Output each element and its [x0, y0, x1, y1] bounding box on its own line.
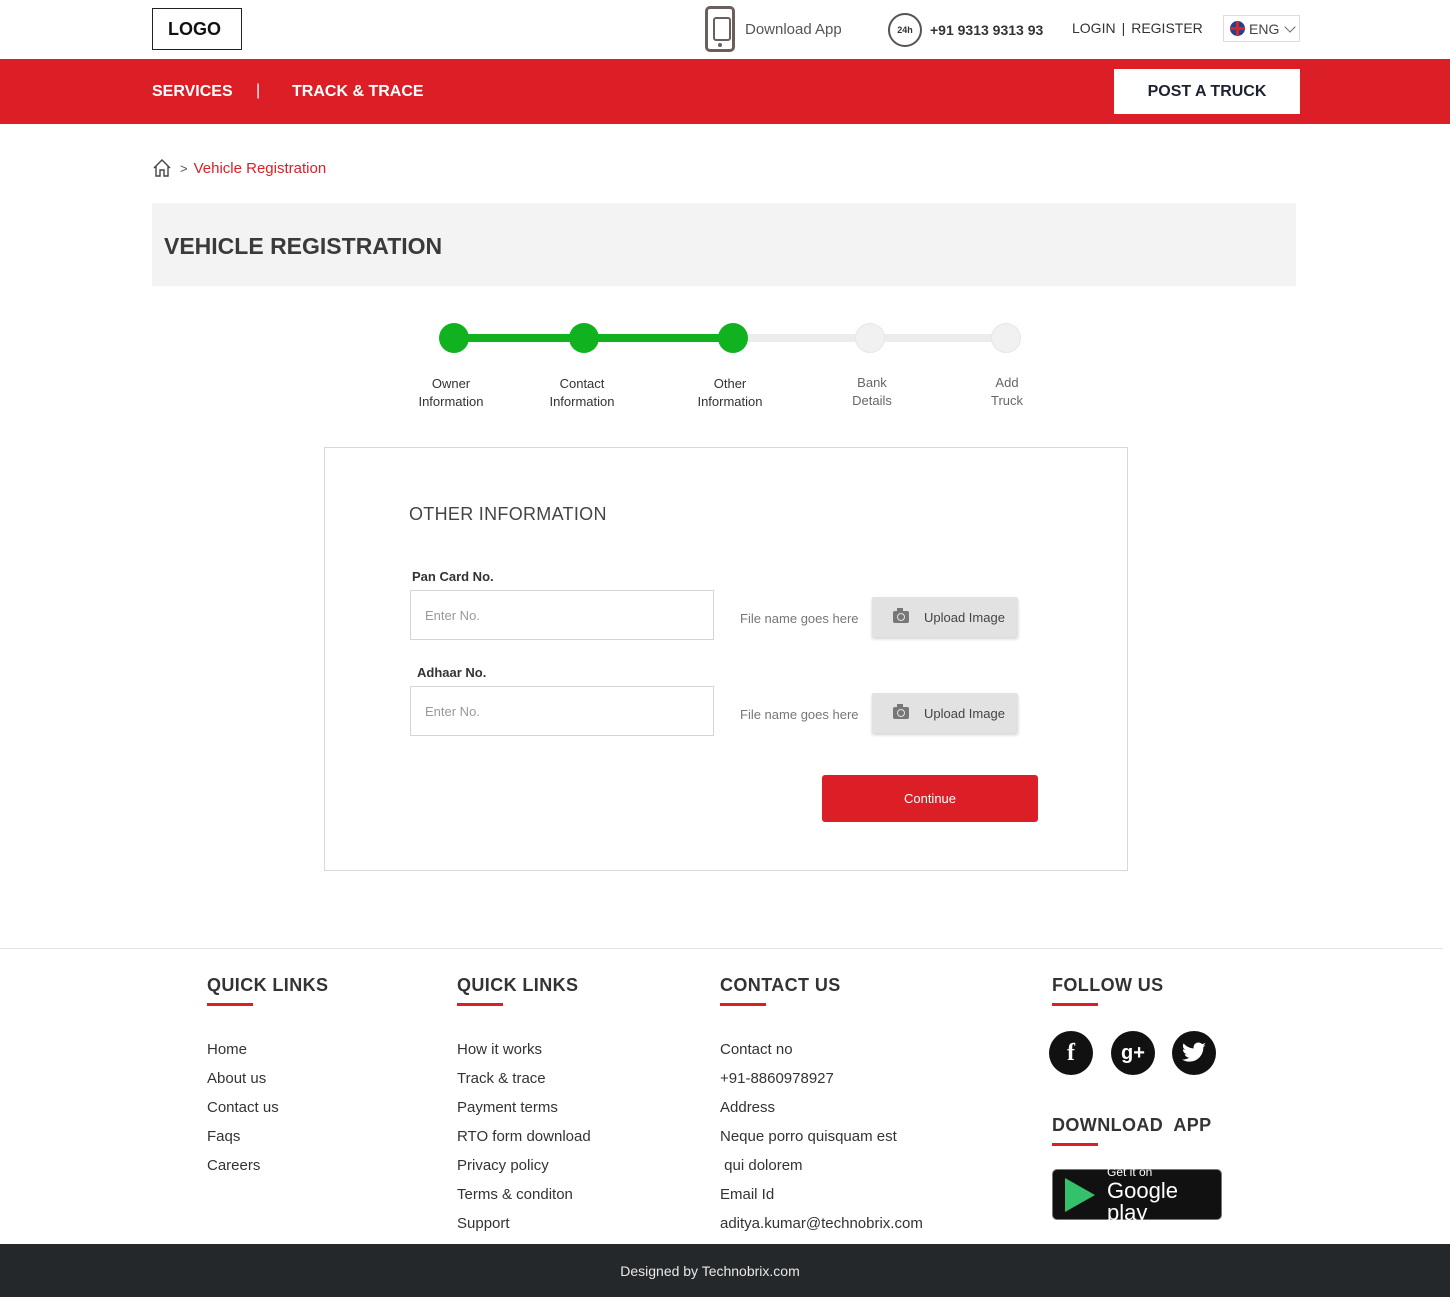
other-information-card: OTHER INFORMATION Pan Card No. File name…	[324, 447, 1128, 871]
footer-follow-us: FOLLOW US	[1052, 975, 1164, 1006]
facebook-icon[interactable]: f	[1049, 1031, 1093, 1075]
uk-flag-icon	[1230, 21, 1245, 36]
step-label-owner: Owner Information	[418, 376, 484, 409]
designer-credit[interactable]: Designed by Technobrix.com	[620, 1263, 800, 1279]
address-label: Address	[720, 1099, 776, 1116]
footer-link-careers[interactable]: Careers	[207, 1157, 328, 1186]
continue-button[interactable]: Continue	[822, 775, 1038, 822]
chevron-down-icon	[1284, 20, 1297, 33]
footer-heading: CONTACT US	[720, 975, 841, 995]
footer-quick-links-2: QUICK LINKS How it works Track & trace P…	[457, 975, 591, 1244]
footer-link-terms[interactable]: Terms & conditon	[457, 1186, 591, 1215]
auth-separator: |	[1121, 20, 1126, 36]
language-select[interactable]: ENG	[1223, 15, 1300, 42]
top-bar: LOGO Download App 24h +91 9313 9313 93 L…	[0, 0, 1450, 59]
adhaar-input[interactable]	[410, 686, 714, 736]
page-title: VEHICLE REGISTRATION	[164, 233, 443, 259]
auth-links: LOGIN | REGISTER	[1072, 20, 1203, 36]
step-dot-contact[interactable]	[569, 323, 599, 353]
breadcrumb-separator: >	[180, 160, 188, 176]
step-label-bank: Bank Details	[852, 375, 892, 408]
contact-no-label: Contact no	[720, 1041, 793, 1058]
pan-file-name: File name goes here	[740, 611, 859, 626]
adhaar-file-name: File name goes here	[740, 707, 859, 722]
step-label-contact: Contact Information	[549, 376, 615, 409]
step-dot-truck[interactable]	[991, 323, 1021, 353]
email-label: Email Id	[720, 1186, 775, 1203]
footer-link-faqs[interactable]: Faqs	[207, 1128, 328, 1157]
footer-link-track-trace[interactable]: Track & trace	[457, 1070, 591, 1099]
adhaar-upload-image-button[interactable]: Upload Image	[872, 693, 1018, 733]
address-line-2: qui dolorem	[720, 1157, 803, 1174]
language-value: ENG	[1249, 20, 1280, 37]
footer-heading: QUICK LINKS	[457, 975, 579, 995]
camera-icon	[893, 704, 909, 719]
download-app-link[interactable]: Download App	[705, 6, 842, 52]
pan-card-label: Pan Card No.	[412, 569, 494, 584]
login-link[interactable]: LOGIN	[1072, 20, 1116, 36]
nav-services[interactable]: SERVICES	[152, 83, 233, 101]
step-dot-other[interactable]	[718, 323, 748, 353]
footer-link-rto-form[interactable]: RTO form download	[457, 1128, 591, 1157]
breadcrumb-current[interactable]: Vehicle Registration	[194, 160, 327, 177]
twitter-icon[interactable]	[1172, 1031, 1216, 1075]
heading-underline	[1052, 1003, 1098, 1006]
footer-link-support[interactable]: Support	[457, 1215, 591, 1244]
nav-separator: |	[256, 82, 261, 99]
page-title-band: VEHICLE REGISTRATION	[152, 203, 1296, 286]
footer-link-privacy[interactable]: Privacy policy	[457, 1157, 591, 1186]
nav-track-trace[interactable]: TRACK & TRACE	[292, 83, 424, 101]
mobile-phone-icon	[705, 6, 735, 52]
footer-link-home[interactable]: Home	[207, 1041, 328, 1070]
upload-label: Upload Image	[924, 705, 1005, 721]
footer-bottom-bar: Designed by Technobrix.com	[0, 1244, 1450, 1297]
heading-underline	[1052, 1143, 1098, 1146]
main-nav: SERVICES | TRACK & TRACE POST A TRUCK	[0, 59, 1450, 124]
google-plus-icon[interactable]: g+	[1111, 1031, 1155, 1075]
google-play-label: Google play	[1107, 1177, 1178, 1225]
support-phone-number: +91 9313 9313 93	[930, 22, 1044, 38]
contact-email[interactable]: aditya.kumar@technobrix.com	[720, 1215, 923, 1244]
get-it-on-label: Get it on	[1107, 1164, 1153, 1179]
logo-text: LOGO	[168, 18, 221, 39]
footer-download-app: DOWNLOAD APP	[1052, 1115, 1212, 1146]
google-play-icon	[1065, 1177, 1095, 1212]
step-label-truck: Add Truck	[990, 375, 1024, 408]
step-dot-bank[interactable]	[855, 323, 885, 353]
heading-underline	[457, 1003, 503, 1006]
footer-heading: FOLLOW US	[1052, 975, 1164, 995]
footer-heading: DOWNLOAD APP	[1052, 1115, 1212, 1135]
download-app-label: Download App	[745, 20, 842, 38]
pan-upload-image-button[interactable]: Upload Image	[872, 597, 1018, 637]
footer-heading: QUICK LINKS	[207, 975, 329, 995]
heading-underline	[207, 1003, 253, 1006]
step-dot-owner[interactable]	[439, 323, 469, 353]
footer-quick-links-1: QUICK LINKS Home About us Contact us Faq…	[207, 975, 328, 1186]
card-title: OTHER INFORMATION	[409, 504, 607, 524]
step-label-other: Other Information	[697, 376, 763, 409]
contact-phone[interactable]: +91-8860978927	[720, 1070, 923, 1099]
footer-link-payment-terms[interactable]: Payment terms	[457, 1099, 591, 1128]
post-a-truck-button[interactable]: POST A TRUCK	[1114, 69, 1300, 114]
adhaar-label: Adhaar No.	[417, 665, 487, 680]
support-phone[interactable]: 24h +91 9313 9313 93	[888, 13, 1043, 47]
address-line-1: Neque porro quisquam est	[720, 1128, 897, 1145]
footer-contact-us: CONTACT US Contact no +91-8860978927 Add…	[720, 975, 923, 1244]
upload-label: Upload Image	[924, 609, 1005, 625]
google-play-badge[interactable]: Get it on Google play	[1052, 1164, 1222, 1223]
register-link[interactable]: REGISTER	[1131, 20, 1203, 36]
footer-link-about[interactable]: About us	[207, 1070, 328, 1099]
heading-underline	[720, 1003, 766, 1006]
home-icon[interactable]	[152, 158, 172, 178]
breadcrumb: > Vehicle Registration	[152, 158, 326, 178]
twitter-bird-icon	[1181, 1042, 1206, 1062]
footer-link-contact[interactable]: Contact us	[207, 1099, 328, 1128]
support-24h-icon: 24h	[888, 13, 922, 47]
footer-divider	[0, 948, 1443, 949]
camera-icon	[893, 608, 909, 623]
pan-card-input[interactable]	[410, 590, 714, 640]
footer-link-how-it-works[interactable]: How it works	[457, 1041, 591, 1070]
logo[interactable]: LOGO	[152, 8, 242, 50]
